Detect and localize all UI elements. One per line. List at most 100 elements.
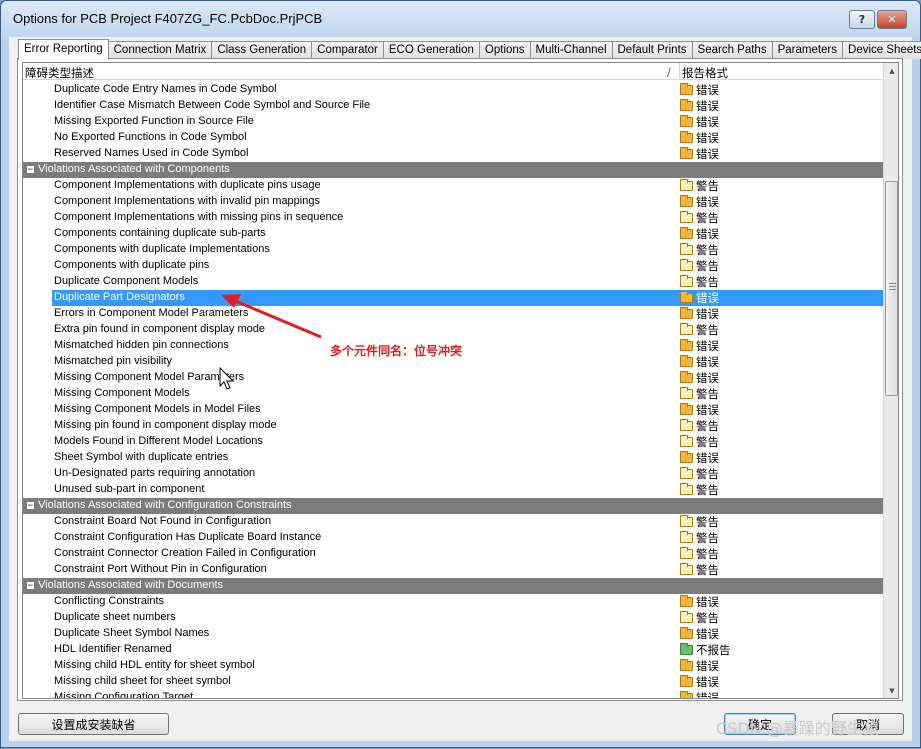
scrollbar-thumb[interactable]: [885, 181, 898, 396]
scroll-down-arrow-icon[interactable]: ▼: [884, 683, 898, 698]
report-mode-cell[interactable]: 错误: [680, 290, 719, 306]
report-mode-cell[interactable]: 错误: [680, 450, 719, 466]
table-row[interactable]: Constraint Port Without Pin in Configura…: [23, 562, 883, 578]
report-mode-cell[interactable]: 错误: [680, 338, 719, 354]
report-mode-cell[interactable]: 错误: [680, 114, 719, 130]
report-mode-cell[interactable]: 错误: [680, 354, 719, 370]
table-row[interactable]: Constraint Connector Creation Failed in …: [23, 546, 883, 562]
column-resize-handle[interactable]: /: [667, 65, 671, 79]
column-header-violation-type[interactable]: 障碍类型描述: [25, 65, 94, 81]
tab-error-reporting[interactable]: Error Reporting: [18, 39, 109, 60]
tab-eco-generation[interactable]: ECO Generation: [382, 41, 480, 59]
table-row[interactable]: Sheet Symbol with duplicate entries 错误: [23, 450, 883, 466]
table-row[interactable]: Component Implementations with invalid p…: [23, 194, 883, 210]
collapse-toggle-icon[interactable]: −: [26, 581, 35, 590]
report-mode-cell[interactable]: 错误: [680, 306, 719, 322]
collapse-toggle-icon[interactable]: −: [26, 501, 35, 510]
report-mode-cell[interactable]: 错误: [680, 658, 719, 674]
table-row[interactable]: Missing pin found in component display m…: [23, 418, 883, 434]
table-row[interactable]: HDL Identifier Renamed 不报告: [23, 642, 883, 658]
table-row[interactable]: Missing Component Model Parameters 错误: [23, 370, 883, 386]
table-row[interactable]: Constraint Configuration Has Duplicate B…: [23, 530, 883, 546]
title-bar[interactable]: Options for PCB Project F407ZG_FC.PcbDoc…: [1, 1, 920, 37]
report-mode-cell[interactable]: 警告: [680, 610, 719, 626]
table-row[interactable]: Duplicate sheet numbers 警告: [23, 610, 883, 626]
report-mode-cell[interactable]: 错误: [680, 674, 719, 690]
table-row[interactable]: Missing Component Models in Model Files 错…: [23, 402, 883, 418]
report-mode-cell[interactable]: 警告: [680, 322, 719, 338]
report-mode-cell[interactable]: 错误: [680, 82, 719, 98]
column-separator[interactable]: [679, 63, 680, 80]
report-mode-cell[interactable]: 错误: [680, 370, 719, 386]
table-row[interactable]: Conflicting Constraints 错误: [23, 594, 883, 610]
table-row[interactable]: Models Found in Different Model Location…: [23, 434, 883, 450]
group-row[interactable]: − Violations Associated with Components: [23, 162, 883, 178]
close-button[interactable]: ✕: [877, 10, 907, 29]
report-mode-cell[interactable]: 警告: [680, 210, 719, 226]
table-row[interactable]: Errors in Component Model Parameters 错误: [23, 306, 883, 322]
tab-comparator[interactable]: Comparator: [311, 41, 384, 59]
tab-default-prints[interactable]: Default Prints: [611, 41, 693, 59]
table-row[interactable]: Components with duplicate Implementation…: [23, 242, 883, 258]
table-row[interactable]: Duplicate Component Models 警告: [23, 274, 883, 290]
report-mode-cell[interactable]: 警告: [680, 530, 719, 546]
report-mode-cell[interactable]: 警告: [680, 386, 719, 402]
collapse-toggle-icon[interactable]: −: [26, 165, 35, 174]
report-mode-cell[interactable]: 错误: [680, 146, 719, 162]
vertical-scrollbar[interactable]: ▲ ▼: [883, 63, 898, 698]
report-mode-cell[interactable]: 警告: [680, 434, 719, 450]
report-mode-cell[interactable]: 错误: [680, 226, 719, 242]
group-row[interactable]: − Violations Associated with Configuratio…: [23, 498, 883, 514]
table-row[interactable]: Components containing duplicate sub-part…: [23, 226, 883, 242]
table-row[interactable]: Missing Configuration Target 错误: [23, 690, 883, 698]
tab-device-sheets[interactable]: Device Sheets: [842, 41, 921, 59]
report-mode-cell[interactable]: 警告: [680, 274, 719, 290]
table-row-selected[interactable]: Duplicate Part Designators 错误: [23, 290, 883, 306]
table-row[interactable]: Missing Exported Function in Source File…: [23, 114, 883, 130]
table-row[interactable]: Components with duplicate pins 警告: [23, 258, 883, 274]
report-mode-cell[interactable]: 不报告: [680, 642, 731, 658]
report-mode-cell[interactable]: 错误: [680, 98, 719, 114]
help-button[interactable]: ?: [849, 10, 875, 29]
tab-class-generation[interactable]: Class Generation: [211, 41, 313, 59]
table-row[interactable]: Constraint Board Not Found in Configurat…: [23, 514, 883, 530]
table-row[interactable]: Reserved Names Used in Code Symbol 错误: [23, 146, 883, 162]
table-row[interactable]: Missing child HDL entity for sheet symbo…: [23, 658, 883, 674]
group-row[interactable]: − Violations Associated with Documents: [23, 578, 883, 594]
report-mode-cell[interactable]: 错误: [680, 194, 719, 210]
report-mode-cell[interactable]: 警告: [680, 418, 719, 434]
table-row[interactable]: Duplicate Sheet Symbol Names 错误: [23, 626, 883, 642]
report-mode-cell[interactable]: 错误: [680, 402, 719, 418]
table-row[interactable]: Unused sub-part in component 警告: [23, 482, 883, 498]
report-mode-cell[interactable]: 警告: [680, 258, 719, 274]
set-installation-defaults-button[interactable]: 设置成安装缺省: [18, 713, 169, 735]
scroll-up-arrow-icon[interactable]: ▲: [884, 63, 898, 79]
tab-multi-channel[interactable]: Multi-Channel: [529, 41, 613, 59]
table-row[interactable]: Extra pin found in component display mod…: [23, 322, 883, 338]
table-row[interactable]: Component Implementations with missing p…: [23, 210, 883, 226]
tab-parameters[interactable]: Parameters: [771, 41, 844, 59]
table-row[interactable]: Identifier Case Mismatch Between Code Sy…: [23, 98, 883, 114]
report-mode-cell[interactable]: 警告: [680, 242, 719, 258]
tab-options[interactable]: Options: [478, 41, 531, 59]
table-row[interactable]: Missing Component Models 警告: [23, 386, 883, 402]
report-mode-cell[interactable]: 错误: [680, 130, 719, 146]
report-mode-cell[interactable]: 错误: [680, 594, 719, 610]
report-mode-cell[interactable]: 错误: [680, 690, 719, 698]
report-mode-cell[interactable]: 警告: [680, 466, 719, 482]
table-row[interactable]: Un-Designated parts requiring annotation…: [23, 466, 883, 482]
tab-search-paths[interactable]: Search Paths: [691, 41, 773, 59]
report-mode-cell[interactable]: 错误: [680, 626, 719, 642]
table-row[interactable]: Duplicate Code Entry Names in Code Symbo…: [23, 82, 883, 98]
report-mode-cell[interactable]: 警告: [680, 514, 719, 530]
table-row[interactable]: No Exported Functions in Code Symbol 错误: [23, 130, 883, 146]
column-header-report-mode[interactable]: 报告格式: [682, 65, 728, 81]
report-mode-cell[interactable]: 警告: [680, 178, 719, 194]
report-mode-cell[interactable]: 警告: [680, 546, 719, 562]
report-mode-label: 错误: [696, 229, 719, 241]
report-mode-cell[interactable]: 警告: [680, 482, 719, 498]
tab-connection-matrix[interactable]: Connection Matrix: [107, 41, 213, 59]
table-row[interactable]: Component Implementations with duplicate…: [23, 178, 883, 194]
table-row[interactable]: Missing child sheet for sheet symbol 错误: [23, 674, 883, 690]
report-mode-cell[interactable]: 警告: [680, 562, 719, 578]
